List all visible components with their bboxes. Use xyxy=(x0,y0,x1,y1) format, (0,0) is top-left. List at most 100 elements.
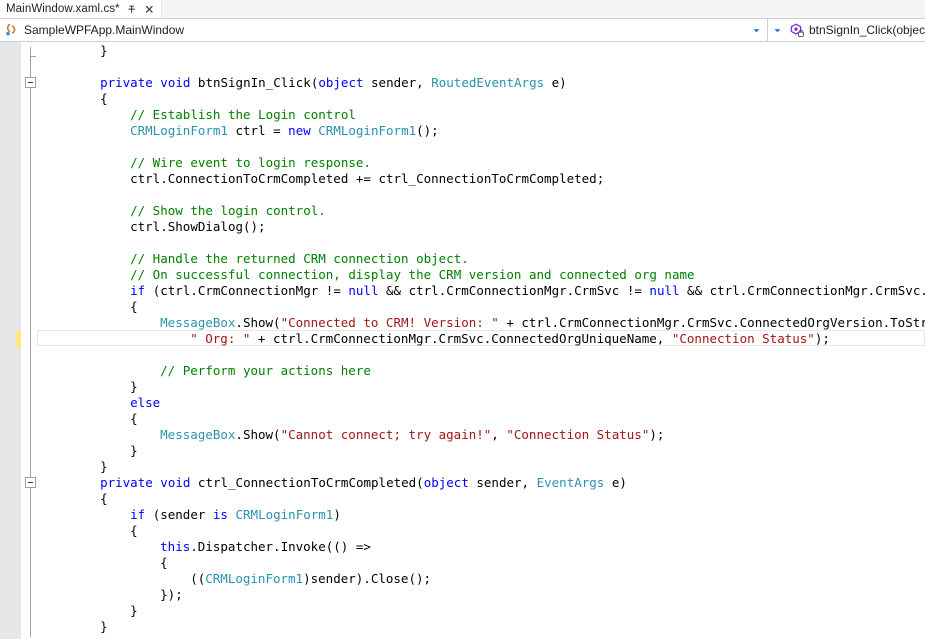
code-token: } xyxy=(130,443,138,458)
code-line: { xyxy=(100,491,108,507)
code-line: ((CRMLoginForm1)sender).Close(); xyxy=(190,571,431,587)
code-token: RoutedEventArgs xyxy=(431,75,545,90)
code-line: ctrl.ConnectionToCrmCompleted += ctrl_Co… xyxy=(130,171,604,187)
code-line: MessageBox.Show("Connected to CRM! Versi… xyxy=(160,315,925,331)
code-token: (ctrl.CrmConnectionMgr != xyxy=(145,283,349,298)
code-token: .Dispatcher.Invoke(() => xyxy=(190,539,371,554)
code-line: // Handle the returned CRM connection ob… xyxy=(130,251,469,267)
code-token: e) xyxy=(604,475,627,490)
code-token: void xyxy=(160,75,191,90)
code-token: + ctrl.CrmConnectionMgr.CrmSvc.Connected… xyxy=(506,315,925,330)
code-token: && ctrl.CrmConnectionMgr.CrmSvc != xyxy=(378,283,650,298)
code-token: if xyxy=(130,283,146,298)
code-token: ctrl = xyxy=(227,123,289,138)
code-token: if xyxy=(130,507,146,522)
code-token: void xyxy=(160,475,191,490)
document-tab-mainwindow-xaml-cs[interactable]: MainWindow.xaml.cs* xyxy=(0,0,162,18)
code-token: new xyxy=(288,123,311,138)
code-token: private xyxy=(100,75,153,90)
code-token: CRMLoginForm1 xyxy=(235,507,334,522)
code-token: "Connected to CRM! Version: " xyxy=(280,315,499,330)
type-dropdown[interactable]: SampleWPFApp.MainWindow xyxy=(0,19,768,41)
code-token: ctrl.ConnectionToCrmCompleted += ctrl_Co… xyxy=(130,171,605,186)
code-token: { xyxy=(130,523,138,538)
code-token: "Connection Status" xyxy=(506,427,650,442)
code-line: if (ctrl.CrmConnectionMgr != null && ctr… xyxy=(130,283,925,299)
private-method-icon xyxy=(789,22,805,38)
code-line: { xyxy=(130,299,138,315)
chevron-down-icon[interactable] xyxy=(750,19,763,41)
code-token: (( xyxy=(190,571,206,586)
code-token: this xyxy=(160,539,191,554)
code-token: " Org: " xyxy=(190,331,251,346)
document-tab-strip: MainWindow.xaml.cs* xyxy=(0,0,925,19)
code-token: { xyxy=(100,91,108,106)
code-line: // Show the login control. xyxy=(130,203,326,219)
code-line: " Org: " + ctrl.CrmConnectionMgr.CrmSvc.… xyxy=(190,331,830,347)
code-token: // Establish the Login control xyxy=(130,107,356,122)
member-dropdown[interactable]: btnSignIn_Click(object xyxy=(768,19,925,41)
code-line: } xyxy=(100,459,108,475)
code-line: // On successful connection, display the… xyxy=(130,267,694,283)
code-token: object xyxy=(423,475,469,490)
code-line: ctrl.ShowDialog(); xyxy=(130,219,265,235)
code-token: .Show( xyxy=(235,315,281,330)
code-token: , xyxy=(491,427,507,442)
code-token: btnSignIn_Click( xyxy=(190,75,319,90)
code-token: object xyxy=(318,75,364,90)
document-tab-label: MainWindow.xaml.cs* xyxy=(6,3,120,15)
code-token: && ctrl.CrmConnectionMgr.CrmSvc.IsReady) xyxy=(687,283,925,298)
code-token: "Cannot connect; try again!" xyxy=(280,427,492,442)
code-line: // Wire event to login response. xyxy=(130,155,371,171)
editor-navigation-bar: SampleWPFApp.MainWindow btnSignIn_Click(… xyxy=(0,19,925,42)
code-token: + ctrl.CrmConnectionMgr.CrmSvc.Connected… xyxy=(250,331,672,346)
code-token: } xyxy=(100,43,108,58)
code-token: } xyxy=(100,459,108,474)
code-line: { xyxy=(130,523,138,539)
code-token: } xyxy=(130,603,138,618)
code-line: // Establish the Login control xyxy=(130,107,356,123)
code-line: private void btnSignIn_Click(object send… xyxy=(100,75,567,91)
code-token: { xyxy=(130,299,138,314)
code-token: (sender xyxy=(145,507,213,522)
code-token: .Show( xyxy=(235,427,281,442)
code-token: ); xyxy=(649,427,665,442)
type-dropdown-value: SampleWPFApp.MainWindow xyxy=(24,23,185,37)
code-token: )sender).Close(); xyxy=(303,571,432,586)
code-line: MessageBox.Show("Cannot connect; try aga… xyxy=(160,427,664,443)
code-editor[interactable]: } private void btnSignIn_Click(object sen… xyxy=(0,42,925,639)
code-text-area[interactable]: } private void btnSignIn_Click(object sen… xyxy=(0,42,925,639)
code-line: CRMLoginForm1 ctrl = new CRMLoginForm1()… xyxy=(130,123,439,139)
close-icon[interactable] xyxy=(143,3,156,16)
code-token: // Show the login control. xyxy=(130,203,326,218)
code-line: } xyxy=(100,619,108,635)
code-line: } xyxy=(130,603,138,619)
member-dropdown-value: btnSignIn_Click(object xyxy=(809,23,925,37)
code-line: // Perform your actions here xyxy=(160,363,371,379)
code-line: if (sender is CRMLoginForm1) xyxy=(130,507,341,523)
code-token: { xyxy=(130,411,138,426)
code-token: // Perform your actions here xyxy=(160,363,371,378)
code-token: null xyxy=(649,283,680,298)
tab-strip-empty-area xyxy=(161,0,925,18)
code-token: else xyxy=(130,395,161,410)
code-token: CRMLoginForm1 xyxy=(205,571,304,586)
code-token: MessageBox xyxy=(160,315,236,330)
code-token: ctrl.ShowDialog(); xyxy=(130,219,266,234)
member-dropdown-chevron-down-icon[interactable] xyxy=(771,19,784,41)
pin-icon[interactable] xyxy=(125,3,138,16)
code-token: CRMLoginForm1 xyxy=(130,123,228,138)
code-line: }); xyxy=(160,587,183,603)
code-token: is xyxy=(212,507,228,522)
code-token: // Wire event to login response. xyxy=(130,155,371,170)
code-token: null xyxy=(348,283,379,298)
code-token: e) xyxy=(544,75,567,90)
code-line: { xyxy=(130,411,138,427)
code-token: sender, xyxy=(363,75,432,90)
code-token: "Connection Status" xyxy=(671,331,815,346)
code-token: CRMLoginForm1 xyxy=(318,123,417,138)
code-token: (); xyxy=(416,123,439,138)
code-token: { xyxy=(100,491,108,506)
code-line: } xyxy=(130,379,138,395)
